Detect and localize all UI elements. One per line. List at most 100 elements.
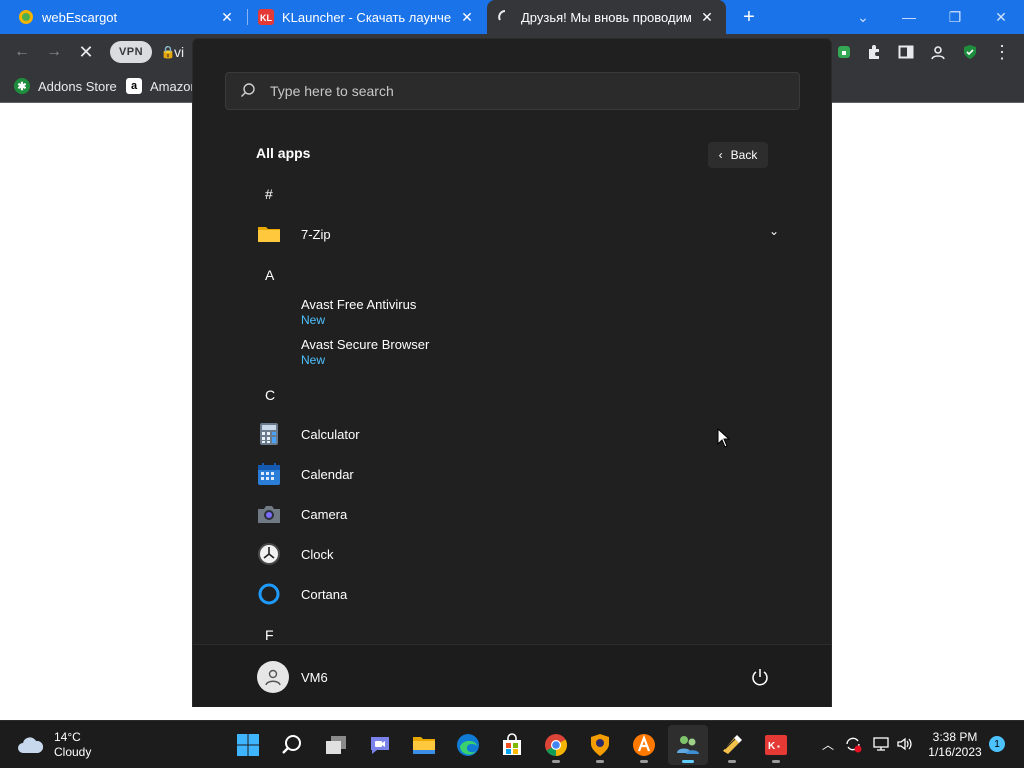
weather-temp: 14°C [54, 730, 81, 744]
messenger-button[interactable] [668, 725, 708, 765]
browser-tab[interactable]: webEscargot ✕ [0, 0, 246, 34]
side-panel-icon[interactable] [892, 38, 920, 66]
avast-antivirus-icon [633, 734, 655, 756]
task-view-button[interactable] [316, 725, 356, 765]
cortana-icon [258, 583, 280, 605]
user-icon [265, 669, 281, 686]
shield-check-icon[interactable] [956, 38, 984, 66]
section-letter[interactable]: A [265, 267, 274, 283]
weather-condition: Cloudy [54, 745, 92, 759]
app-item-7zip[interactable]: 7-Zip ⌄ [249, 214, 779, 254]
clock-time: 3:38 PM [932, 730, 978, 744]
sync-alert-icon[interactable] [844, 735, 862, 756]
profile-icon[interactable] [924, 38, 952, 66]
all-apps-title: All apps [256, 145, 311, 161]
section-letter[interactable]: C [265, 387, 275, 403]
taskbar-search-button[interactable] [272, 725, 312, 765]
loading-spinner-icon [497, 9, 513, 25]
edge-button[interactable] [448, 725, 488, 765]
camera-icon [258, 506, 280, 523]
app-item-avast-free-antivirus[interactable]: Avast Free Antivirus New [249, 294, 779, 334]
vpn-badge[interactable]: VPN [110, 41, 152, 63]
klauncher-button[interactable]: K ▪ [756, 725, 796, 765]
app-item-calculator[interactable]: Calculator [249, 414, 779, 454]
forward-arrow-icon[interactable]: → [40, 38, 68, 66]
app-name: Calculator [301, 426, 360, 442]
tab-title: Друзья! Мы вновь проводим ко [521, 9, 692, 25]
amazon-icon: a [126, 78, 142, 94]
close-tab-icon[interactable]: ✕ [698, 9, 716, 26]
store-button[interactable] [492, 725, 532, 765]
running-indicator [552, 760, 560, 763]
close-tab-icon[interactable]: ✕ [458, 9, 476, 26]
close-tab-icon[interactable]: ✕ [218, 9, 236, 26]
app-name: Avast Free Antivirus [301, 297, 417, 312]
volume-icon[interactable] [896, 735, 914, 756]
app-name: Avast Secure Browser [301, 337, 430, 352]
start-button[interactable] [228, 725, 268, 765]
running-indicator [640, 760, 648, 763]
svg-text:▪: ▪ [777, 742, 780, 751]
browser-tab-active[interactable]: Друзья! Мы вновь проводим ко ✕ [487, 0, 726, 34]
app-item-clock[interactable]: Clock [249, 534, 779, 574]
tab-search-icon[interactable]: ⌄ [840, 0, 886, 34]
app-item-camera[interactable]: Camera [249, 494, 779, 534]
avast-antivirus-button[interactable] [624, 725, 664, 765]
browser-tab[interactable]: KL KLauncher - Скачать лаунчер М ✕ [248, 0, 486, 34]
svg-text:KL: KL [260, 13, 272, 23]
chrome-icon [545, 734, 567, 756]
file-explorer-button[interactable] [404, 725, 444, 765]
app-item-calendar[interactable]: Calendar [249, 454, 779, 494]
app-name: Camera [301, 506, 348, 522]
chrome-button[interactable] [536, 725, 576, 765]
chat-button[interactable] [360, 725, 400, 765]
notification-badge[interactable]: 1 [989, 736, 1005, 752]
mouse-pointer-icon [717, 428, 731, 448]
app-item-avast-secure-browser[interactable]: Avast Secure Browser New [249, 334, 779, 374]
menu-kebab-icon[interactable]: ⋮ [988, 38, 1016, 66]
system-clock[interactable]: 3:38 PM 1/16/2023 [920, 730, 990, 760]
tool-app-button[interactable] [712, 725, 752, 765]
bookmark-addons-store[interactable]: ✱ Addons Store [14, 76, 117, 96]
start-search-box[interactable] [225, 72, 800, 110]
power-icon[interactable] [749, 666, 771, 688]
close-window-icon[interactable]: ✕ [978, 0, 1024, 34]
bookmark-amazon[interactable]: a Amazon [126, 76, 198, 96]
app-name: Calendar [301, 466, 354, 482]
new-tab-button[interactable]: + [734, 0, 764, 34]
app-item-cortana[interactable]: Cortana [249, 574, 779, 614]
app-name: 7-Zip [301, 226, 331, 242]
avatar[interactable] [257, 661, 289, 693]
chevron-up-icon[interactable]: ︿ [822, 736, 834, 753]
store-icon [503, 733, 521, 755]
clock-date: 1/16/2023 [928, 745, 982, 759]
user-name[interactable]: VM6 [301, 670, 328, 685]
extensions-puzzle-icon[interactable] [860, 38, 888, 66]
avast-browser-button[interactable] [580, 725, 620, 765]
back-arrow-icon[interactable]: ← [8, 38, 36, 66]
chevron-down-icon[interactable]: ⌄ [769, 224, 779, 238]
back-button[interactable]: ‹ Back [708, 142, 768, 168]
folder-icon [258, 227, 280, 242]
section-letter[interactable]: F [265, 627, 274, 643]
tab-title: webEscargot [42, 9, 118, 25]
stop-loading-icon[interactable]: ✕ [72, 38, 100, 66]
network-icon[interactable] [872, 735, 890, 756]
section-letter[interactable]: # [265, 186, 273, 202]
active-indicator [682, 760, 694, 763]
messenger-users-icon [677, 736, 699, 754]
running-indicator [596, 760, 604, 763]
restore-icon[interactable]: ❐ [932, 0, 978, 34]
weather-widget[interactable]: 14°C Cloudy [16, 729, 91, 761]
minimize-icon[interactable]: — [886, 0, 932, 34]
search-input[interactable] [268, 82, 799, 100]
calendar-icon [258, 463, 280, 485]
tab-title: KLauncher - Скачать лаунчер М [282, 9, 452, 25]
task-view-icon [326, 736, 346, 754]
windows-logo-icon [237, 734, 259, 756]
running-indicator [728, 760, 736, 763]
cloud-icon [18, 737, 44, 753]
browser-tab-strip: webEscargot ✕ KL KLauncher - Скачать лау… [0, 0, 1024, 34]
app-name: Clock [301, 546, 334, 562]
extension-lock-icon[interactable] [830, 38, 858, 66]
